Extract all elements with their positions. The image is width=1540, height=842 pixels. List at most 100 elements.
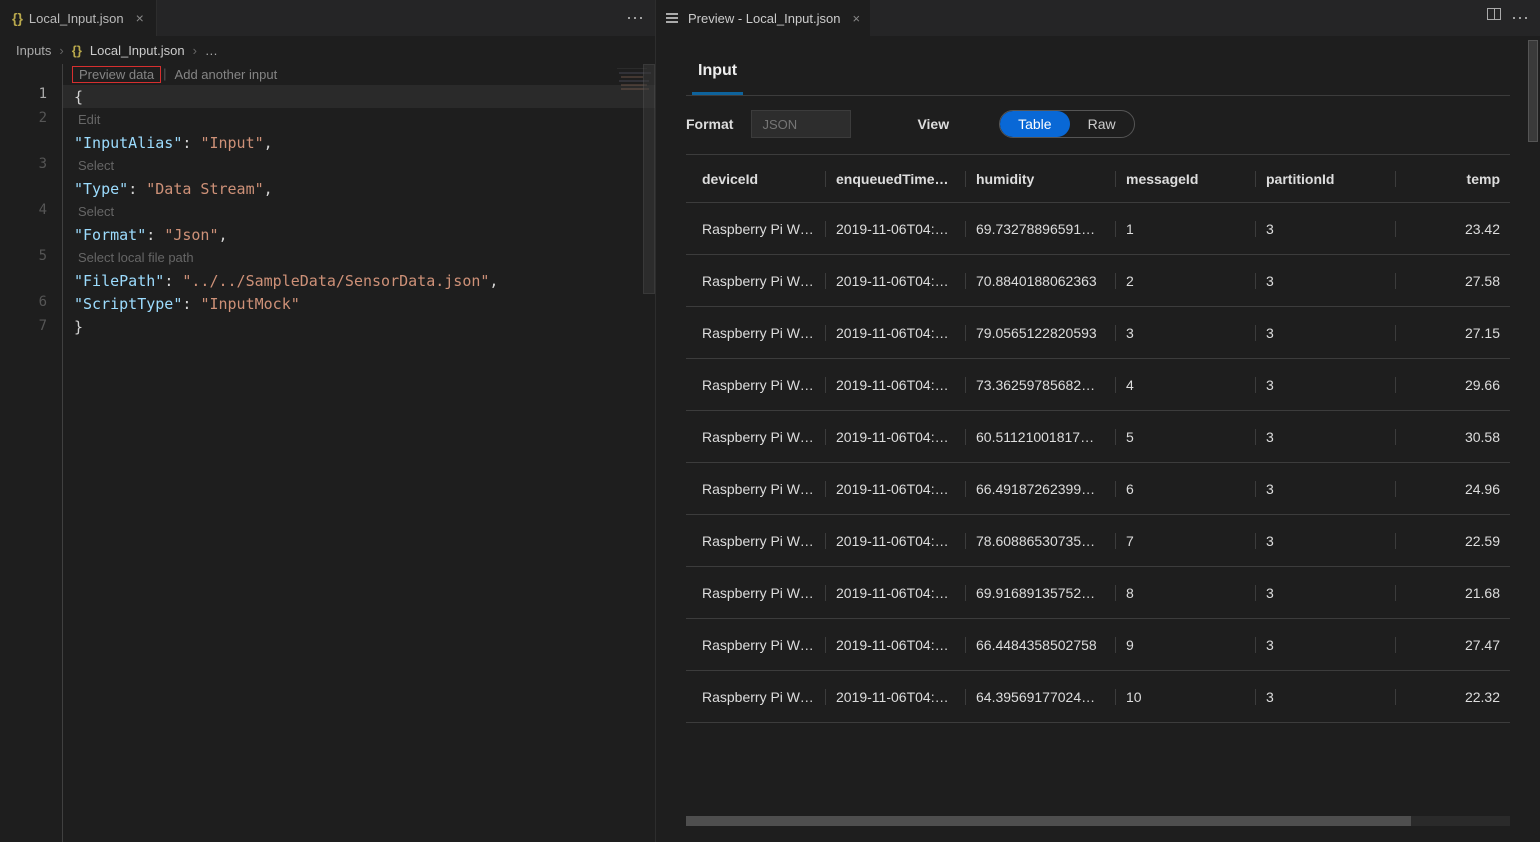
table-cell: 3: [1256, 637, 1396, 653]
col-temp[interactable]: temp: [1396, 171, 1510, 187]
split-editor-icon[interactable]: [1487, 8, 1501, 20]
table-cell: 27.47: [1396, 637, 1510, 653]
table-cell: Raspberry Pi We…: [686, 533, 826, 549]
table-cell: 27.58: [1396, 273, 1510, 289]
breadcrumb-root[interactable]: Inputs: [16, 43, 51, 58]
table-cell: 69.91689135752…: [966, 585, 1116, 601]
table-cell: 3: [1116, 325, 1256, 341]
inlay-hint: Select: [62, 154, 655, 177]
table-cell: 3: [1256, 377, 1396, 393]
table-cell: Raspberry Pi We…: [686, 481, 826, 497]
preview-lines-icon: [666, 13, 678, 23]
table-cell: 64.39569177024…: [966, 689, 1116, 705]
view-toggle[interactable]: Table Raw: [999, 110, 1134, 138]
editor-tabbar: {} Local_Input.json × ⋯: [0, 0, 655, 36]
breadcrumb-file[interactable]: Local_Input.json: [90, 43, 185, 58]
col-deviceId[interactable]: deviceId: [686, 171, 826, 187]
preview-tab[interactable]: Preview - Local_Input.json ×: [656, 0, 870, 36]
table-row[interactable]: Raspberry Pi We…2019-11-06T04:2…78.60886…: [686, 515, 1510, 567]
table-cell: Raspberry Pi We…: [686, 637, 826, 653]
table-cell: 2019-11-06T04:2…: [826, 429, 966, 445]
more-icon[interactable]: ⋯: [1511, 8, 1530, 29]
view-toggle-table[interactable]: Table: [1000, 111, 1069, 137]
close-icon[interactable]: ×: [136, 10, 144, 26]
line-number: 2: [0, 110, 62, 156]
table-cell: 2019-11-06T04:2…: [826, 585, 966, 601]
table-cell: 7: [1116, 533, 1256, 549]
data-table: deviceId enqueuedTime… humidity messageI…: [686, 154, 1510, 810]
table-cell: 8: [1116, 585, 1256, 601]
table-cell: 60.51121001817…: [966, 429, 1116, 445]
preview-tabbar: Preview - Local_Input.json × ⋯: [656, 0, 1540, 36]
vertical-scrollbar[interactable]: [1528, 36, 1540, 842]
more-icon[interactable]: ⋯: [626, 8, 645, 29]
col-enqueuedTime[interactable]: enqueuedTime…: [826, 171, 966, 187]
format-input[interactable]: [751, 110, 851, 138]
preview-pane: Preview - Local_Input.json × ⋯ Input For…: [656, 0, 1540, 842]
line-number: 5: [0, 248, 62, 294]
table-cell: Raspberry Pi We…: [686, 377, 826, 393]
table-row[interactable]: Raspberry Pi We…2019-11-06T04:2…64.39569…: [686, 671, 1510, 723]
inlay-hint: Select: [62, 200, 655, 223]
table-cell: 3: [1256, 429, 1396, 445]
breadcrumb[interactable]: Inputs › {} Local_Input.json › …: [0, 36, 655, 64]
table-cell: 66.4484358502758: [966, 637, 1116, 653]
format-label: Format: [686, 116, 733, 132]
scrollbar-thumb[interactable]: [643, 64, 655, 294]
code-column[interactable]: Preview data | Add another input { Edit …: [62, 64, 655, 842]
line-number: 1: [0, 86, 62, 110]
table-row[interactable]: Raspberry Pi We…2019-11-06T04:2…69.91689…: [686, 567, 1510, 619]
table-cell: 23.42: [1396, 221, 1510, 237]
codelens-add-input[interactable]: Add another input: [169, 66, 284, 83]
line-number: 6: [0, 294, 62, 318]
chevron-right-icon: ›: [193, 43, 197, 58]
horizontal-scrollbar[interactable]: [686, 816, 1510, 826]
table-cell: 70.8840188062363: [966, 273, 1116, 289]
table-cell: 30.58: [1396, 429, 1510, 445]
table-cell: 69.73278896591…: [966, 221, 1116, 237]
table-row[interactable]: Raspberry Pi We…2019-11-06T04:2…60.51121…: [686, 411, 1510, 463]
codelens-preview-data[interactable]: Preview data: [72, 66, 161, 83]
chevron-right-icon: ›: [59, 43, 63, 58]
inlay-hint: Select local file path: [62, 246, 655, 269]
table-cell: 2019-11-06T04:2…: [826, 637, 966, 653]
editor-pane: {} Local_Input.json × ⋯ Inputs › {} Loca…: [0, 0, 656, 842]
view-label: View: [917, 116, 949, 132]
line-number: 7: [0, 318, 62, 342]
table-cell: 22.59: [1396, 533, 1510, 549]
table-cell: 2019-11-06T04:2…: [826, 273, 966, 289]
table-cell: 2019-11-06T04:2…: [826, 533, 966, 549]
table-cell: 3: [1256, 533, 1396, 549]
inlay-hint: Edit: [62, 108, 655, 131]
table-cell: 2019-11-06T04:2…: [826, 325, 966, 341]
table-row[interactable]: Raspberry Pi We…2019-11-06T04:2…66.49187…: [686, 463, 1510, 515]
col-partitionId[interactable]: partitionId: [1256, 171, 1396, 187]
table-row[interactable]: Raspberry Pi We…2019-11-06T04:2…73.36259…: [686, 359, 1510, 411]
table-cell: 3: [1256, 585, 1396, 601]
table-cell: 3: [1256, 221, 1396, 237]
table-cell: Raspberry Pi We…: [686, 325, 826, 341]
table-row[interactable]: Raspberry Pi We…2019-11-06T04:2…70.88401…: [686, 255, 1510, 307]
editor-body: 1 2 3 4 5 6 7 Preview data | Add another…: [0, 64, 655, 842]
col-humidity[interactable]: humidity: [966, 171, 1116, 187]
table-cell: 2019-11-06T04:2…: [826, 221, 966, 237]
table-header-row: deviceId enqueuedTime… humidity messageI…: [686, 155, 1510, 203]
table-row[interactable]: Raspberry Pi We…2019-11-06T04:2…69.73278…: [686, 203, 1510, 255]
json-file-icon: {}: [72, 43, 82, 58]
col-messageId[interactable]: messageId: [1116, 171, 1256, 187]
table-cell: 3: [1256, 689, 1396, 705]
view-toggle-raw[interactable]: Raw: [1070, 111, 1134, 137]
table-row[interactable]: Raspberry Pi We…2019-11-06T04:2…79.05651…: [686, 307, 1510, 359]
table-row[interactable]: Raspberry Pi We…2019-11-06T04:2…66.44843…: [686, 619, 1510, 671]
tab-input[interactable]: Input: [692, 52, 743, 95]
table-cell: 2019-11-06T04:2…: [826, 689, 966, 705]
line-number: 4: [0, 202, 62, 248]
close-icon[interactable]: ×: [852, 11, 860, 26]
editor-tab-local-input[interactable]: {} Local_Input.json ×: [0, 0, 157, 36]
table-cell: 24.96: [1396, 481, 1510, 497]
table-cell: 3: [1256, 481, 1396, 497]
table-cell: 3: [1256, 273, 1396, 289]
table-cell: Raspberry Pi We…: [686, 273, 826, 289]
table-cell: 27.15: [1396, 325, 1510, 341]
table-cell: 21.68: [1396, 585, 1510, 601]
